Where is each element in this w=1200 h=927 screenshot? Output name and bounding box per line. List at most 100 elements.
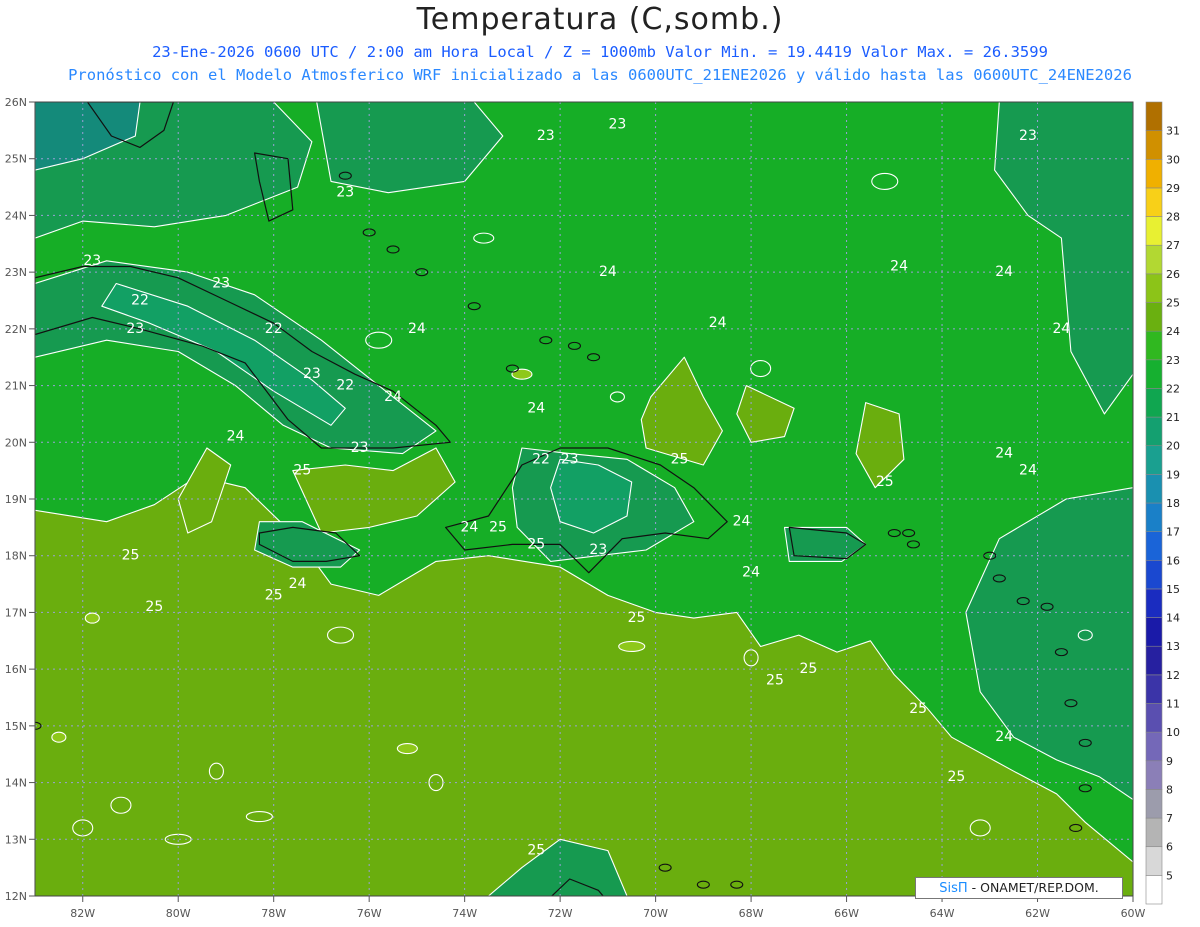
contour-label: 24	[384, 389, 402, 405]
contour-label: 25	[265, 587, 283, 603]
contour-label: 24	[1052, 321, 1070, 337]
colorbar-swatch	[1145, 158, 1163, 189]
latitude-axis: 26N 25N 24N 23N 22N 21N 20N 19N 18N 17N 16N 15N 14N 1…	[5, 96, 35, 903]
colorbar-level-label: 27	[1166, 239, 1180, 252]
contour-ring	[396, 742, 418, 755]
contour-label: 24	[995, 729, 1013, 745]
contour-label: 23	[126, 321, 144, 337]
latitude-tick-label: 24N	[5, 209, 27, 222]
contour-label: 25	[293, 463, 311, 479]
colorbar-level-label: 13	[1166, 640, 1180, 653]
contour-label: 22	[336, 378, 354, 394]
longitude-tick-label: 64W	[930, 907, 955, 920]
colorbar-swatch	[1145, 502, 1163, 532]
colorbar-level-label: 14	[1166, 612, 1180, 625]
contour-label: 25	[876, 474, 894, 490]
colorbar-swatch	[1145, 273, 1163, 303]
contour-ring	[51, 731, 67, 743]
colorbar-swatch	[1145, 817, 1163, 848]
contour-label: 25	[489, 519, 507, 535]
colorbar-swatch	[1145, 645, 1163, 676]
colorbar-swatch	[1145, 474, 1163, 504]
longitude-tick-label: 78W	[261, 907, 286, 920]
contour-label: 25	[947, 769, 965, 785]
colorbar-level-label: 15	[1166, 583, 1180, 596]
contour-label: 23	[589, 542, 607, 558]
temperature-map: 23 22 23 23 22 23 22 24 24 23 25 25 25 24 25 24 23 23 24 24…	[5, 96, 1180, 920]
longitude-tick-label: 72W	[548, 907, 573, 920]
contour-label: 24	[995, 264, 1013, 280]
colorbar-swatch	[1145, 388, 1163, 418]
contour-label: 25	[766, 672, 784, 688]
contour-label: 25	[145, 599, 163, 615]
latitude-tick-label: 14N	[5, 777, 27, 790]
longitude-tick-label: 66W	[834, 907, 859, 920]
contour-label: 25	[799, 661, 817, 677]
colorbar-level-label: 20	[1166, 440, 1180, 453]
contour-label: 23	[212, 275, 230, 291]
latitude-tick-label: 22N	[5, 323, 27, 336]
latitude-tick-label: 23N	[5, 266, 27, 279]
latitude-tick-label: 17N	[5, 606, 27, 619]
contour-label: 25	[122, 548, 140, 564]
colorbar-swatch	[1145, 187, 1163, 217]
contour-label: 25	[671, 451, 689, 467]
contour-label: 24	[742, 565, 760, 581]
contour-label: 24	[599, 264, 617, 280]
contour-label: 24	[995, 446, 1013, 462]
contour-label: 23	[351, 440, 369, 456]
colorbar-level-label: 22	[1166, 382, 1180, 395]
latitude-tick-label: 20N	[5, 436, 27, 449]
colorbar-swatch	[1145, 617, 1163, 647]
longitude-tick-label: 76W	[357, 907, 382, 920]
colorbar-swatch	[1145, 359, 1163, 389]
colorbar-level-label: 6	[1166, 841, 1173, 854]
longitude-tick-label: 80W	[166, 907, 191, 920]
latitude-tick-label: 13N	[5, 833, 27, 846]
contour-label: 23	[537, 128, 555, 144]
temperature-field	[35, 102, 1133, 896]
colorbar-level-label: 19	[1166, 468, 1180, 481]
colorbar-swatch	[1145, 130, 1163, 160]
colorbar-swatch	[1145, 244, 1163, 275]
latitude-tick-label: 25N	[5, 153, 27, 166]
colorbar-level-label: 7	[1166, 812, 1173, 825]
colorbar-level-label: 11	[1166, 698, 1180, 711]
colorbar-level-label: 25	[1166, 297, 1180, 310]
brand-logo: SisΠ	[939, 881, 968, 896]
contour-label: 23	[1019, 128, 1037, 144]
contour-label: 25	[527, 536, 545, 552]
colorbar-level-label: 30	[1166, 153, 1180, 166]
contour-label: 25	[527, 843, 545, 859]
colorbar-swatch	[1145, 101, 1163, 131]
contour-label: 24	[227, 429, 245, 445]
contour-label: 24	[733, 514, 751, 530]
contour-label: 23	[336, 185, 354, 201]
colorbar-swatch	[1145, 731, 1163, 762]
colorbar-swatch	[1145, 531, 1163, 561]
colorbar-swatch	[1145, 875, 1163, 905]
contour-label: 25	[628, 610, 646, 626]
source-badge: SisΠ - ONAMET/REP.DOM.	[915, 877, 1123, 899]
colorbar-swatch	[1145, 674, 1163, 704]
contour-label: 23	[561, 451, 579, 467]
contour-label: 24	[408, 321, 426, 337]
colorbar-level-label: 9	[1166, 755, 1173, 768]
colorbar-legend: 5 6 7 8 9 10 11 12 13 14 15 16 17 18 19 20 21 22 23 24 25 26 2…	[1145, 101, 1180, 905]
contour-label: 24	[527, 400, 545, 416]
colorbar-level-label: 10	[1166, 726, 1180, 739]
latitude-tick-label: 12N	[5, 890, 27, 903]
latitude-tick-label: 16N	[5, 663, 27, 676]
contour-label: 22	[131, 293, 149, 309]
contour-label: 24	[890, 258, 908, 274]
contour-label: 24	[289, 576, 307, 592]
colorbar-swatch	[1145, 330, 1163, 361]
longitude-tick-label: 68W	[739, 907, 764, 920]
contour-label: 22	[265, 321, 283, 337]
contour-ring	[618, 640, 646, 653]
colorbar-swatch	[1145, 588, 1163, 618]
colorbar-swatch	[1145, 760, 1163, 790]
contour-label: 23	[83, 253, 101, 269]
colorbar-swatch	[1145, 216, 1163, 246]
colorbar-level-label: 31	[1166, 125, 1180, 138]
